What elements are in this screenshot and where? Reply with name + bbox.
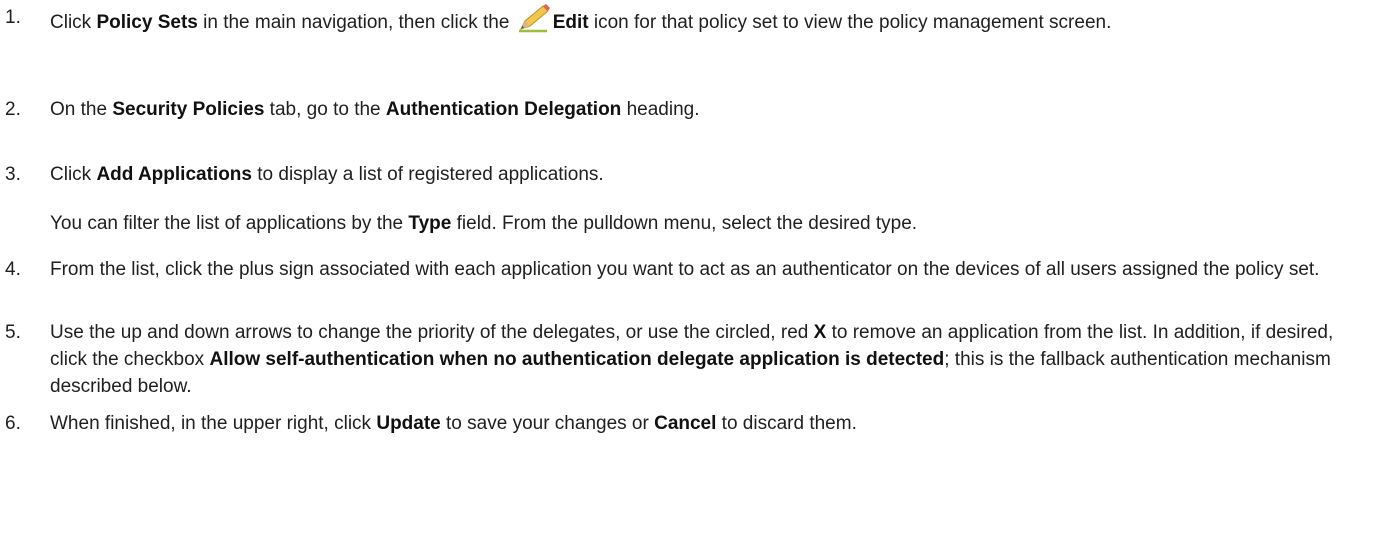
step-text: Click Policy Sets in the main navigation…: [50, 4, 1375, 36]
self-authentication-checkbox-term: Allow self-authentication when no authen…: [209, 349, 945, 370]
step-number: 1.: [5, 7, 21, 28]
authentication-delegation-term: Authentication Delegation: [385, 99, 622, 120]
step-text: When finished, in the upper right, click…: [50, 413, 857, 434]
policy-sets-term: Policy Sets: [96, 12, 198, 33]
step-text: On the Security Policies tab, go to the …: [50, 99, 700, 120]
step-number: 6.: [5, 413, 21, 434]
step-text: Click Add Applications to display a list…: [50, 164, 604, 185]
step-3-note: You can filter the list of applications …: [50, 213, 918, 234]
step-number: 5.: [5, 322, 21, 343]
pencil-icon: [517, 4, 551, 34]
step-text: Use the up and down arrows to change the…: [50, 322, 1334, 397]
step-number: 4.: [5, 259, 21, 280]
security-policies-term: Security Policies: [112, 99, 265, 120]
step-number: 3.: [5, 164, 21, 185]
edit-term: Edit: [552, 12, 589, 33]
step-number: 2.: [5, 99, 21, 120]
update-term: Update: [376, 413, 441, 434]
cancel-term: Cancel: [654, 413, 717, 434]
x-term: X: [813, 322, 827, 343]
step-text: From the list, click the plus sign assoc…: [50, 259, 1320, 280]
procedure-document: 1. Click Policy Sets in the main navigat…: [0, 0, 1380, 542]
type-term: Type: [408, 213, 452, 234]
add-applications-term: Add Applications: [96, 164, 252, 185]
